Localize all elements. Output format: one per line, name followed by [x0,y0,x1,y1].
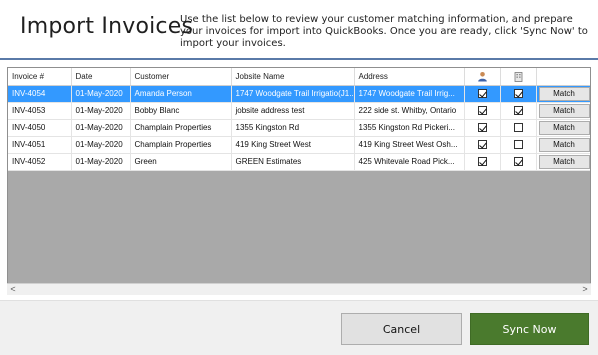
jobsite-matched-cell [500,102,537,120]
match-cell: Match [536,85,590,103]
invoice-table: Invoice # Date Customer Jobsite Name Add… [8,68,590,171]
jobsite-matched-cell [500,153,537,171]
table-row[interactable]: INV-4052 01-May-2020 Green GREEN Estimates 4… [8,153,590,171]
scroll-right-icon[interactable]: > [579,284,591,295]
column-header-customer-match[interactable] [464,68,501,86]
header: Import Invoices Use the list below to re… [0,0,598,58]
customer-matched-cell [464,85,501,103]
match-button[interactable]: Match [538,86,590,101]
column-header-action [536,68,590,86]
match-button[interactable]: Match [538,137,590,152]
cell-address: 1747 Woodgate Trail Irrig... [354,85,465,103]
person-icon [477,71,487,82]
customer-matched-checkbox[interactable] [477,140,487,150]
customer-matched-cell [464,119,501,137]
cell-date: 01-May-2020 [71,85,131,103]
table-header-row: Invoice # Date Customer Jobsite Name Add… [8,68,590,86]
cell-jobsite-name: 1747 Woodgate Trail Irrigatio(J1... [231,85,355,103]
sync-now-button[interactable]: Sync Now [470,313,589,345]
header-divider [0,58,598,60]
customer-matched-checkbox[interactable] [477,106,487,116]
jobsite-matched-cell [500,136,537,154]
cell-invoice-number: INV-4052 [8,153,72,171]
cancel-button[interactable]: Cancel [341,313,462,345]
cell-customer: Champlain Properties [130,136,232,154]
instructions-text: Use the list below to review your custom… [180,14,588,49]
column-header-jobsite[interactable]: Jobsite Name [231,68,355,86]
cell-customer: Amanda Person [130,85,232,103]
cell-address: 419 King Street West Osh... [354,136,465,154]
customer-matched-cell [464,136,501,154]
cell-jobsite-name: jobsite address test [231,102,355,120]
horizontal-scrollbar[interactable]: < > [7,283,591,295]
cell-address: 425 Whitevale Road Pick... [354,153,465,171]
match-cell: Match [536,102,590,120]
cell-date: 01-May-2020 [71,136,131,154]
table-row[interactable]: INV-4051 01-May-2020 Champlain Properties 4… [8,136,590,154]
column-header-invoice[interactable]: Invoice # [8,68,72,86]
cell-customer: Green [130,153,232,171]
cell-jobsite-name: 419 King Street West [231,136,355,154]
table-row[interactable]: INV-4054 01-May-2020 Amanda Person 1747 Woo… [8,85,590,103]
column-header-customer[interactable]: Customer [130,68,232,86]
cell-date: 01-May-2020 [71,153,131,171]
table-row[interactable]: INV-4053 01-May-2020 Bobby Blanc jobsite ad… [8,102,590,120]
jobsite-matched-cell [500,119,537,137]
column-header-address[interactable]: Address [354,68,465,86]
cell-invoice-number: INV-4051 [8,136,72,154]
jobsite-matched-checkbox[interactable] [513,89,523,99]
invoice-grid[interactable]: Invoice # Date Customer Jobsite Name Add… [7,67,591,295]
customer-matched-checkbox[interactable] [477,123,487,133]
cell-jobsite-name: GREEN Estimates [231,153,355,171]
building-icon [514,71,522,82]
cell-customer: Bobby Blanc [130,102,232,120]
cell-address: 1355 Kingston Rd Pickeri... [354,119,465,137]
cell-invoice-number: INV-4053 [8,102,72,120]
cell-invoice-number: INV-4050 [8,119,72,137]
customer-matched-checkbox[interactable] [477,89,487,99]
jobsite-matched-checkbox[interactable] [513,140,523,150]
customer-matched-cell [464,102,501,120]
column-header-date[interactable]: Date [71,68,131,86]
match-cell: Match [536,119,590,137]
jobsite-matched-cell [500,85,537,103]
customer-matched-checkbox[interactable] [477,157,487,167]
cell-customer: Champlain Properties [130,119,232,137]
cell-invoice-number: INV-4054 [8,85,72,103]
scrollbar-thumb[interactable] [21,286,577,293]
match-button[interactable]: Match [538,120,590,135]
cell-jobsite-name: 1355 Kingston Rd [231,119,355,137]
jobsite-matched-checkbox[interactable] [513,106,523,116]
match-cell: Match [536,153,590,171]
jobsite-matched-checkbox[interactable] [513,123,523,133]
table-row[interactable]: INV-4050 01-May-2020 Champlain Properties 1… [8,119,590,137]
jobsite-matched-checkbox[interactable] [513,157,523,167]
match-button[interactable]: Match [538,154,590,169]
customer-matched-cell [464,153,501,171]
cell-date: 01-May-2020 [71,119,131,137]
cell-address: 222 side st. Whitby, Ontario [354,102,465,120]
match-cell: Match [536,136,590,154]
cell-date: 01-May-2020 [71,102,131,120]
page-title: Import Invoices [20,14,194,39]
column-header-jobsite-match[interactable] [500,68,537,86]
match-button[interactable]: Match [538,103,590,118]
scroll-left-icon[interactable]: < [7,284,19,295]
